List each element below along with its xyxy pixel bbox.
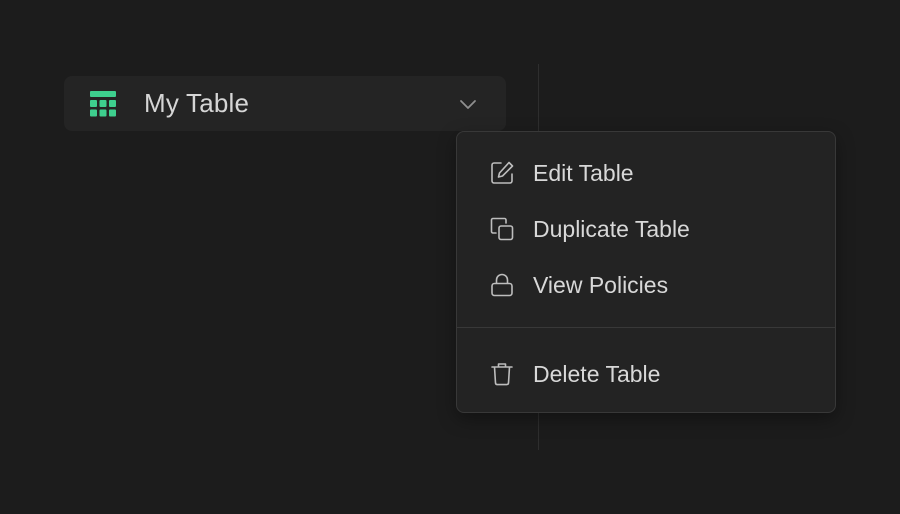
menu-item-view-policies[interactable]: View Policies: [457, 257, 835, 313]
edit-icon: [491, 161, 514, 184]
menu-item-delete-table[interactable]: Delete Table: [457, 346, 835, 402]
chevron-down-icon[interactable]: [458, 94, 478, 114]
table-grid-icon: [90, 91, 116, 117]
menu-item-label: Delete Table: [533, 361, 661, 387]
duplicate-icon: [490, 217, 514, 241]
table-name: My Table: [144, 88, 250, 118]
table-context-menu: Edit Table Duplicate Table View Policies…: [456, 131, 836, 413]
menu-item-label: Duplicate Table: [533, 216, 690, 242]
table-list-item[interactable]: My Table: [64, 76, 506, 131]
lock-icon: [491, 273, 513, 297]
menu-item-label: Edit Table: [533, 160, 634, 186]
trash-icon: [491, 363, 513, 386]
menu-item-edit-table[interactable]: Edit Table: [457, 145, 835, 201]
menu-item-label: View Policies: [533, 272, 669, 298]
menu-item-duplicate-table[interactable]: Duplicate Table: [457, 201, 835, 257]
menu-separator: [457, 327, 835, 328]
